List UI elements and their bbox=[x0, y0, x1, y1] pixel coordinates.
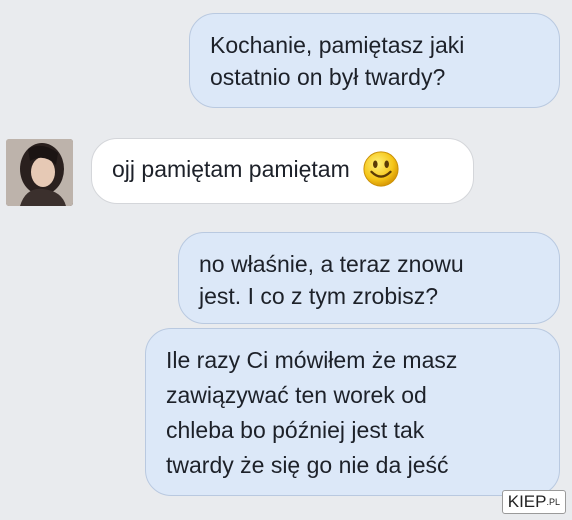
message-line: chleba bo później jest tak bbox=[166, 417, 425, 443]
avatar[interactable] bbox=[6, 139, 73, 206]
message-line: twardy że się go nie da jeść bbox=[166, 452, 449, 478]
message-text: ojj pamiętam pamiętam bbox=[112, 156, 350, 182]
message-line: ostatnio on był twardy? bbox=[210, 64, 446, 90]
message-line: zawiązywać ten worek od bbox=[166, 382, 427, 408]
message-line: no właśnie, a teraz znowu bbox=[199, 251, 464, 277]
smiley-icon bbox=[363, 151, 399, 187]
watermark-suffix: .PL bbox=[546, 497, 560, 507]
message-bubble-outgoing: no właśnie, a teraz znowu jest. I co z t… bbox=[178, 232, 560, 324]
message-bubble-outgoing: Ile razy Ci mówiłem że masz zawiązywać t… bbox=[145, 328, 560, 496]
message-line: Kochanie, pamiętasz jaki bbox=[210, 32, 465, 58]
message-line: Ile razy Ci mówiłem że masz bbox=[166, 347, 458, 373]
profile-photo-icon bbox=[6, 139, 73, 206]
message-line: jest. I co z tym zrobisz? bbox=[199, 283, 439, 309]
watermark-main: KIEP bbox=[507, 492, 547, 511]
message-bubble-outgoing: Kochanie, pamiętasz jaki ostatnio on był… bbox=[189, 13, 560, 108]
message-bubble-incoming: ojj pamiętam pamiętam bbox=[91, 138, 474, 204]
chat-thread: Kochanie, pamiętasz jaki ostatnio on był… bbox=[0, 0, 572, 520]
watermark-logo: KIEP.PL bbox=[501, 490, 566, 514]
